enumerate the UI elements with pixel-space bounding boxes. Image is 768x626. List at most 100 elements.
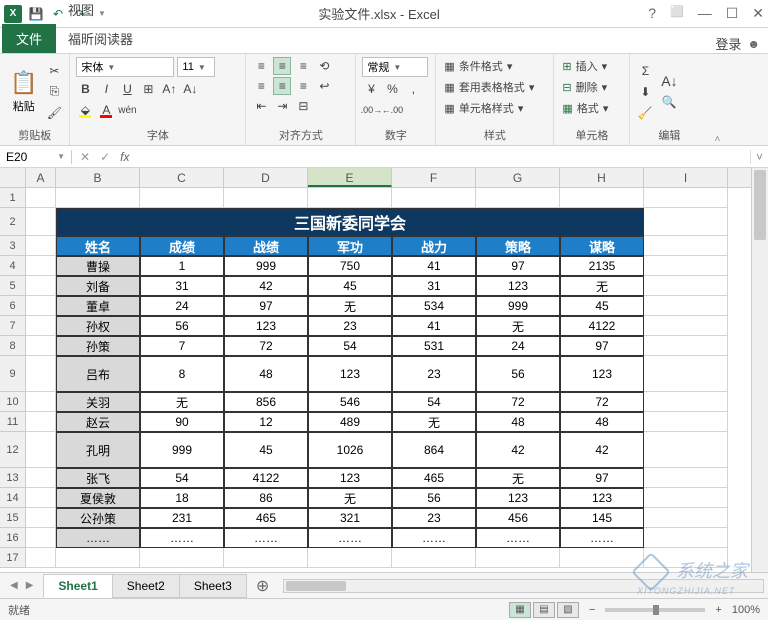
column-header[interactable]: F <box>392 168 476 187</box>
fill-icon[interactable]: ⬇ <box>636 83 654 101</box>
table-cell[interactable]: 关羽 <box>56 392 140 412</box>
cell[interactable] <box>26 296 56 316</box>
table-format-button[interactable]: ▦套用表格格式 ▾ <box>442 78 547 96</box>
add-sheet-button[interactable]: ⊕ <box>246 576 279 596</box>
table-cell[interactable]: 534 <box>392 296 476 316</box>
table-cell[interactable]: 97 <box>560 468 644 488</box>
table-cell[interactable]: 23 <box>392 508 476 528</box>
table-cell[interactable]: 8 <box>140 356 224 392</box>
table-cell[interactable]: 123 <box>476 488 560 508</box>
decrease-font-icon[interactable]: A↓ <box>181 80 199 98</box>
table-cell[interactable]: 54 <box>308 336 392 356</box>
ribbon-tab[interactable]: 福昕阅读器 <box>56 24 145 53</box>
cell[interactable] <box>644 432 728 468</box>
zoom-level[interactable]: 100% <box>732 604 760 616</box>
table-cell[interactable]: …… <box>224 528 308 548</box>
table-header-cell[interactable]: 谋略 <box>560 236 644 256</box>
row-header[interactable]: 14 <box>0 488 26 508</box>
format-cells-button[interactable]: ▦格式 ▾ <box>560 99 623 117</box>
cell[interactable] <box>26 508 56 528</box>
fx-icon[interactable]: fx <box>120 150 129 164</box>
table-cell[interactable]: 123 <box>224 316 308 336</box>
table-cell[interactable]: 31 <box>392 276 476 296</box>
row-header[interactable]: 2 <box>0 208 26 236</box>
cell[interactable] <box>644 256 728 276</box>
table-cell[interactable]: 145 <box>560 508 644 528</box>
autosum-icon[interactable]: Σ <box>636 62 654 80</box>
table-cell[interactable]: 45 <box>560 296 644 316</box>
vertical-scrollbar[interactable] <box>751 168 768 572</box>
cell[interactable] <box>26 392 56 412</box>
copy-icon[interactable]: ⎘ <box>45 83 63 101</box>
table-cell[interactable]: 无 <box>476 316 560 336</box>
table-cell[interactable]: 48 <box>476 412 560 432</box>
paste-button[interactable]: 📋 粘贴 <box>6 57 41 126</box>
table-cell[interactable]: …… <box>560 528 644 548</box>
cell[interactable] <box>26 276 56 296</box>
cell[interactable] <box>26 488 56 508</box>
table-cell[interactable]: 45 <box>224 432 308 468</box>
table-cell[interactable]: 123 <box>308 356 392 392</box>
row-header[interactable]: 6 <box>0 296 26 316</box>
table-cell[interactable]: 23 <box>308 316 392 336</box>
table-cell[interactable]: 999 <box>140 432 224 468</box>
table-cell[interactable]: 41 <box>392 256 476 276</box>
cell-styles-button[interactable]: ▦单元格样式 ▾ <box>442 99 547 117</box>
align-center-icon[interactable]: ≡ <box>273 77 291 95</box>
table-cell[interactable]: 864 <box>392 432 476 468</box>
table-cell[interactable]: 吕布 <box>56 356 140 392</box>
sheet-tab[interactable]: Sheet1 <box>43 574 112 598</box>
table-cell[interactable]: 123 <box>476 276 560 296</box>
table-cell[interactable]: 42 <box>224 276 308 296</box>
table-cell[interactable]: 72 <box>560 392 644 412</box>
comma-format-icon[interactable]: , <box>404 80 422 98</box>
normal-view-button[interactable]: ▦ <box>509 602 531 618</box>
cell[interactable] <box>560 548 644 568</box>
table-cell[interactable]: …… <box>392 528 476 548</box>
sort-filter-icon[interactable]: A↓ <box>660 72 678 90</box>
table-header-cell[interactable]: 战绩 <box>224 236 308 256</box>
cell[interactable] <box>26 432 56 468</box>
table-cell[interactable]: 56 <box>392 488 476 508</box>
cell[interactable] <box>644 188 728 208</box>
collapse-ribbon-icon[interactable]: ˄ <box>708 54 726 145</box>
cell[interactable] <box>26 336 56 356</box>
cell[interactable] <box>26 188 56 208</box>
cell[interactable] <box>644 488 728 508</box>
login-link[interactable]: 登录 <box>715 34 741 53</box>
cell[interactable] <box>26 356 56 392</box>
table-cell[interactable]: 18 <box>140 488 224 508</box>
cell[interactable] <box>644 356 728 392</box>
increase-font-icon[interactable]: A↑ <box>160 80 178 98</box>
table-cell[interactable]: 86 <box>224 488 308 508</box>
table-cell[interactable]: 41 <box>392 316 476 336</box>
table-cell[interactable]: 无 <box>308 296 392 316</box>
table-cell[interactable]: 489 <box>308 412 392 432</box>
merge-center-icon[interactable]: ⊟ <box>294 97 312 115</box>
table-cell[interactable]: …… <box>476 528 560 548</box>
italic-button[interactable]: I <box>97 80 115 98</box>
table-cell[interactable]: 24 <box>476 336 560 356</box>
row-header[interactable]: 3 <box>0 236 26 256</box>
cell[interactable] <box>644 528 728 548</box>
format-painter-icon[interactable]: 🖌 <box>45 104 63 122</box>
table-cell[interactable]: 24 <box>140 296 224 316</box>
sheet-tab[interactable]: Sheet2 <box>112 574 180 598</box>
cell[interactable] <box>644 412 728 432</box>
maximize-icon[interactable]: ☐ <box>726 5 739 22</box>
column-header[interactable]: I <box>644 168 728 187</box>
orientation-icon[interactable]: ⟲ <box>315 57 333 75</box>
table-header-cell[interactable]: 成绩 <box>140 236 224 256</box>
table-cell[interactable]: 465 <box>392 468 476 488</box>
close-icon[interactable]: ✕ <box>752 5 764 22</box>
cell[interactable] <box>26 208 56 236</box>
zoom-out-button[interactable]: − <box>589 604 595 616</box>
cell[interactable] <box>644 276 728 296</box>
fill-color-button[interactable]: ⬙ <box>76 101 94 119</box>
align-middle-icon[interactable]: ≡ <box>273 57 291 75</box>
cell[interactable] <box>56 548 140 568</box>
table-cell[interactable]: 750 <box>308 256 392 276</box>
table-cell[interactable]: 1 <box>140 256 224 276</box>
feedback-icon[interactable]: ☻ <box>747 37 760 51</box>
cell[interactable] <box>392 548 476 568</box>
